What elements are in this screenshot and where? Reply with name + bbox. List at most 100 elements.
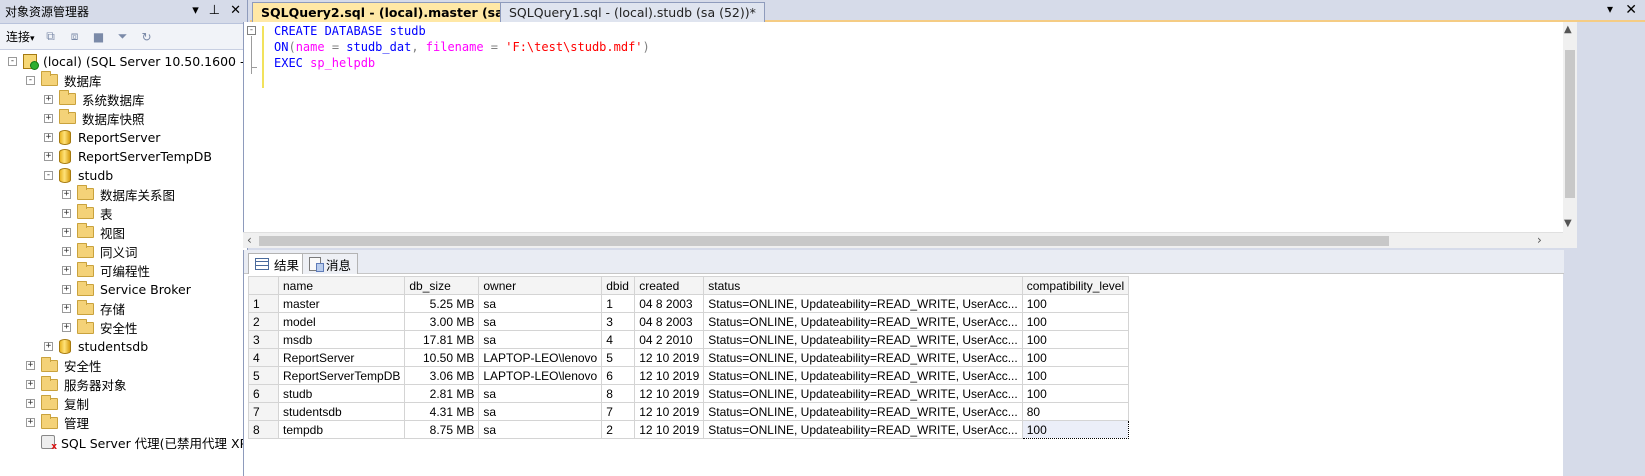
- cell-compatibility-level[interactable]: 100: [1021, 420, 1130, 439]
- cell-db-size[interactable]: 2.81 MB: [404, 384, 480, 403]
- close-icon[interactable]: ✕: [230, 3, 241, 18]
- expand-icon[interactable]: +: [44, 113, 53, 123]
- cell-owner[interactable]: sa: [478, 402, 603, 421]
- tree-node[interactable]: + Service Broker: [62, 280, 191, 300]
- row-number[interactable]: 6: [248, 384, 279, 403]
- expand-icon[interactable]: +: [62, 304, 71, 314]
- tree-node[interactable]: + ReportServerTempDB: [44, 146, 212, 166]
- tab-results[interactable]: 结果: [248, 253, 307, 274]
- scroll-down-icon[interactable]: ▼: [1564, 218, 1572, 229]
- tree-node[interactable]: - (local) (SQL Server 10.50.1600 - sa): [8, 51, 267, 71]
- cell-status[interactable]: Status=ONLINE, Updateability=READ_WRITE,…: [703, 294, 1023, 313]
- cell-compatibility-level[interactable]: 80: [1021, 402, 1130, 421]
- expand-icon[interactable]: +: [44, 342, 53, 352]
- collapse-icon[interactable]: -: [26, 75, 35, 85]
- cell-created[interactable]: 12 10 2019: [634, 366, 705, 385]
- cell-created[interactable]: 12 10 2019: [634, 384, 705, 403]
- connect-server-icon[interactable]: ⧉: [43, 29, 59, 45]
- tree-node[interactable]: + 同义词: [62, 242, 138, 262]
- table-row[interactable]: 8 tempdb 8.75 MB sa 2 12 10 2019 Status=ONLINE…: [248, 420, 1130, 439]
- expand-icon[interactable]: +: [62, 208, 71, 218]
- cell-name[interactable]: msdb: [277, 330, 406, 349]
- expand-icon[interactable]: +: [62, 227, 71, 237]
- tree-node[interactable]: + 服务器对象: [26, 375, 127, 395]
- connect-button[interactable]: 连接▾: [6, 28, 35, 45]
- column-header-dbid[interactable]: dbid: [601, 276, 636, 295]
- cell-name[interactable]: tempdb: [277, 420, 406, 439]
- tree-node[interactable]: + 表: [62, 203, 113, 223]
- table-row[interactable]: 7 studentsdb 4.31 MB sa 7 12 10 2019 Status=ON…: [248, 402, 1130, 421]
- column-header-owner[interactable]: owner: [478, 276, 603, 295]
- table-row[interactable]: 6 studb 2.81 MB sa 8 12 10 2019 Status=ONLINE,…: [248, 384, 1130, 403]
- tree-node[interactable]: + 管理: [26, 413, 89, 433]
- expand-icon[interactable]: +: [62, 189, 71, 199]
- cell-created[interactable]: 12 10 2019: [634, 402, 705, 421]
- cell-dbid[interactable]: 2: [601, 420, 636, 439]
- row-number[interactable]: 4: [248, 348, 279, 367]
- expand-icon[interactable]: +: [44, 94, 53, 104]
- cell-dbid[interactable]: 5: [601, 348, 636, 367]
- cell-db-size[interactable]: 17.81 MB: [404, 330, 480, 349]
- scroll-up-icon[interactable]: ▲: [1564, 24, 1572, 35]
- cell-owner[interactable]: sa: [478, 312, 603, 331]
- tree-node[interactable]: + 安全性: [26, 356, 102, 376]
- tree-node[interactable]: - 数据库: [26, 70, 102, 90]
- column-header-db-size[interactable]: db_size: [404, 276, 480, 295]
- editor-vertical-scrollbar[interactable]: ▲ ▼: [1563, 22, 1577, 248]
- tree-node[interactable]: + studentsdb: [44, 337, 148, 357]
- tree-node[interactable]: + 可编程性: [62, 261, 150, 281]
- cell-name[interactable]: ReportServerTempDB: [277, 366, 406, 385]
- scroll-left-icon[interactable]: ‹: [247, 233, 252, 247]
- stop-icon[interactable]: ■: [91, 29, 107, 45]
- row-number[interactable]: 5: [248, 366, 279, 385]
- column-header-status[interactable]: status: [703, 276, 1023, 295]
- tree-node[interactable]: SQL Server 代理(已禁用代理 XP): [26, 432, 252, 452]
- cell-db-size[interactable]: 3.00 MB: [404, 312, 480, 331]
- collapse-icon[interactable]: -: [247, 26, 256, 35]
- tab-dropdown-icon[interactable]: ▾: [1607, 2, 1613, 16]
- cell-name[interactable]: ReportServer: [277, 348, 406, 367]
- cell-db-size[interactable]: 4.31 MB: [404, 402, 480, 421]
- disconnect-icon[interactable]: ⧈: [67, 29, 83, 45]
- row-number[interactable]: 1: [248, 294, 279, 313]
- collapse-icon[interactable]: -: [44, 170, 53, 180]
- dropdown-icon[interactable]: ▾: [192, 3, 199, 18]
- cell-name[interactable]: master: [277, 294, 406, 313]
- cell-created[interactable]: 04 8 2003: [634, 312, 705, 331]
- row-number[interactable]: 3: [248, 330, 279, 349]
- expand-icon[interactable]: +: [62, 247, 71, 256]
- expand-icon[interactable]: +: [26, 399, 35, 409]
- cell-owner[interactable]: sa: [478, 330, 603, 349]
- cell-compatibility-level[interactable]: 100: [1021, 348, 1130, 367]
- table-row[interactable]: 3 msdb 17.81 MB sa 4 04 2 2010 Status=ONLINE, …: [248, 330, 1130, 349]
- cell-compatibility-level[interactable]: 100: [1021, 384, 1130, 403]
- expand-icon[interactable]: +: [26, 418, 35, 428]
- table-row[interactable]: 2 model 3.00 MB sa 3 04 8 2003 Status=ONLINE, …: [248, 312, 1130, 331]
- row-number[interactable]: 7: [248, 402, 279, 421]
- tab-sqlquery1[interactable]: SQLQuery1.sql - (local).studb (sa (52))*: [500, 2, 765, 22]
- table-row[interactable]: 5 ReportServerTempDB 3.06 MB LAPTOP-LEO\len…: [248, 366, 1130, 385]
- filter-icon[interactable]: ⏷: [115, 29, 131, 45]
- cell-name[interactable]: studentsdb: [277, 402, 406, 421]
- refresh-icon[interactable]: ↻: [139, 29, 155, 45]
- column-header-name[interactable]: name: [277, 276, 406, 295]
- table-row[interactable]: 1 master 5.25 MB sa 1 04 8 2003 Status=ONLINE,…: [248, 294, 1130, 313]
- expand-icon[interactable]: +: [62, 266, 71, 276]
- cell-db-size[interactable]: 8.75 MB: [404, 420, 480, 439]
- cell-db-size[interactable]: 3.06 MB: [404, 366, 480, 385]
- cell-owner[interactable]: sa: [478, 420, 603, 439]
- cell-name[interactable]: model: [277, 312, 406, 331]
- cell-owner[interactable]: sa: [478, 294, 603, 313]
- collapse-icon[interactable]: -: [8, 56, 17, 66]
- scroll-thumb[interactable]: [1565, 50, 1575, 198]
- cell-status[interactable]: Status=ONLINE, Updateability=READ_WRITE,…: [703, 330, 1023, 349]
- expand-icon[interactable]: +: [62, 323, 71, 333]
- row-number[interactable]: 8: [248, 420, 279, 439]
- cell-compatibility-level[interactable]: 100: [1021, 330, 1130, 349]
- tree-node[interactable]: + 视图: [62, 222, 125, 242]
- close-document-icon[interactable]: ✕: [1625, 2, 1637, 18]
- tree-node[interactable]: + 安全性: [62, 318, 138, 338]
- scroll-thumb[interactable]: [259, 236, 1389, 246]
- cell-compatibility-level[interactable]: 100: [1021, 366, 1130, 385]
- expand-icon[interactable]: +: [26, 361, 35, 371]
